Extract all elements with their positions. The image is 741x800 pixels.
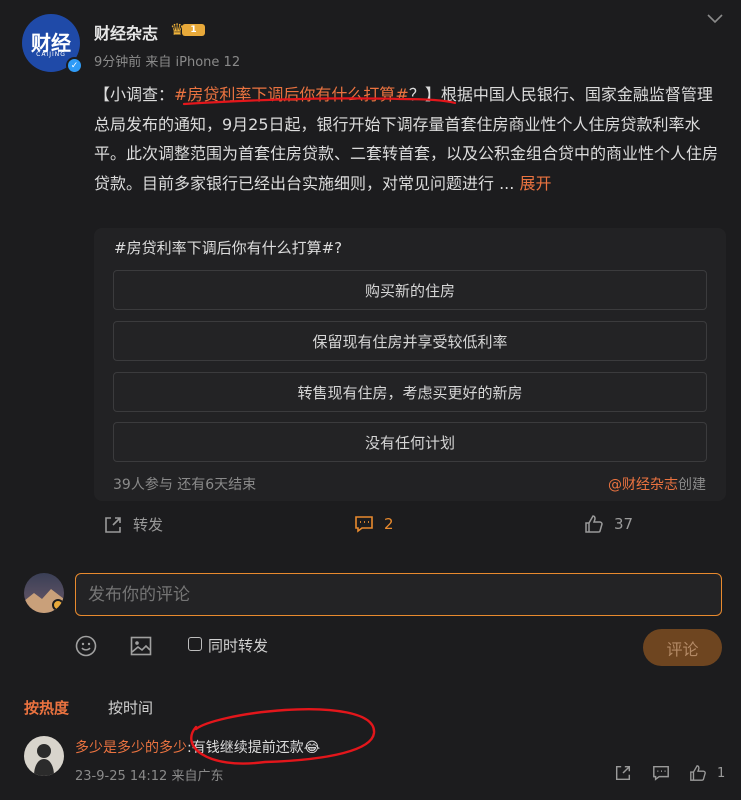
like-button[interactable]: 37 [584,514,633,534]
expand-link[interactable]: 展开 [519,174,551,193]
poll-option[interactable]: 购买新的住房 [113,270,707,310]
poll-creator-suffix: 创建 [678,477,706,493]
thumbs-up-icon [585,515,603,533]
comment-input[interactable] [75,573,722,616]
comment-like-button[interactable]: 1 [689,764,725,782]
poll-status: 39人参与 还有6天结束 [113,477,257,493]
repost-checkbox[interactable] [188,637,202,651]
repost-checkbox-label[interactable]: 同时转发 [208,635,268,656]
poll-title: #房贷利率下调后你有什么打算#? [114,239,343,257]
submit-comment-button[interactable]: 评论 [643,629,722,666]
comment-like-count: 1 [717,765,726,781]
repost-label: 转发 [133,516,164,534]
member-level: 1 [182,23,205,36]
comment-content: 多少是多少的多少:有钱继续提前还款😂 [75,737,320,757]
post-text-prefix: 【小调查： [94,85,175,104]
thumbs-up-icon [690,765,706,781]
share-icon [105,516,121,533]
member-badge[interactable]: ♛ 1 [170,21,205,38]
comment-share-icon[interactable] [614,764,632,786]
poll-option[interactable]: 没有任何计划 [113,422,707,462]
tab-sort-time[interactable]: 按时间 [108,697,153,718]
emoji-icon[interactable] [75,635,97,661]
comment-icon [355,516,373,533]
comment-count: 2 [384,515,394,533]
image-icon[interactable] [130,635,152,661]
poll-creator-link[interactable]: @财经杂志 [608,477,678,493]
commenter-name[interactable]: 多少是多少的多少 [75,740,187,756]
poll-card: #房贷利率下调后你有什么打算#? 购买新的住房 保留现有住房并享受较低利率 转售… [94,228,726,501]
comment-button[interactable]: 2 [354,514,394,534]
tab-sort-hot[interactable]: 按热度 [24,697,69,718]
like-count: 37 [614,515,634,533]
repost-button[interactable]: 转发 [103,514,163,535]
post-body: 【小调查：#房贷利率下调后你有什么打算#？】根据中国人民银行、国家金融监督管理总… [94,80,724,198]
poll-creator: @财经杂志创建 [608,474,706,494]
comment-text: :有钱继续提前还款😂 [187,740,321,756]
comment-meta: 23-9-25 14:12 来自广东 [75,769,224,784]
poll-option[interactable]: 转售现有住房，考虑买更好的新房 [113,372,707,412]
comment-reply-icon[interactable] [652,764,670,786]
my-avatar[interactable] [24,573,64,613]
post-hashtag[interactable]: #房贷利率下调后你有什么打算# [174,85,409,104]
commenter-avatar[interactable] [24,736,64,776]
verified-icon: ✓ [66,57,83,74]
author-name[interactable]: 财经杂志 [94,20,158,44]
post-meta: 9分钟前 来自 iPhone 12 [94,55,241,70]
member-dot-icon [52,599,64,611]
chevron-down-icon[interactable] [707,10,723,28]
avatar-logo-text: 财经 [31,31,71,55]
poll-option[interactable]: 保留现有住房并享受较低利率 [113,321,707,361]
